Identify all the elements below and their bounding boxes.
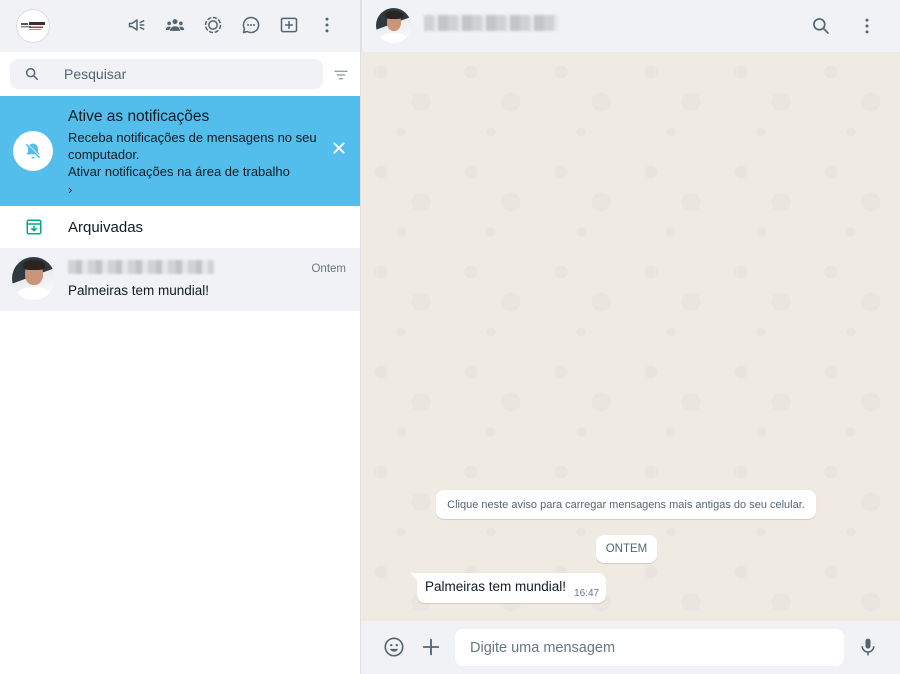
- channels-icon[interactable]: [240, 14, 262, 36]
- incoming-message[interactable]: Palmeiras tem mundial! 16:47: [409, 573, 607, 603]
- community-icon[interactable]: [164, 14, 186, 36]
- chat-last-message: Palmeiras tem mundial!: [68, 283, 210, 298]
- notification-title: Ative as notificações: [68, 108, 210, 125]
- new-chat-icon[interactable]: [278, 14, 300, 36]
- notification-text: Receba notificações de mensagens no seu …: [68, 130, 317, 162]
- search-icon: [25, 67, 39, 81]
- message-text: Palmeiras tem mundial!: [425, 579, 567, 594]
- archive-icon: [26, 219, 42, 235]
- search-icon[interactable]: [810, 15, 832, 37]
- chat-list-item[interactable]: Ontem Palmeiras tem mundial!: [0, 248, 360, 311]
- date-separator: ONTEM: [596, 535, 657, 563]
- brand-logo-icon: [21, 22, 45, 30]
- notification-banner[interactable]: Ative as notificações Receba notificaçõe…: [0, 96, 360, 206]
- composer: [361, 621, 900, 674]
- chat-time: Ontem: [311, 263, 346, 275]
- conversation-pane: Clique neste aviso para carregar mensage…: [361, 0, 900, 674]
- load-older-messages-notice[interactable]: Clique neste aviso para carregar mensage…: [436, 490, 816, 519]
- conversation-header[interactable]: [361, 0, 900, 52]
- megaphone-icon[interactable]: [126, 14, 148, 36]
- profile-avatar[interactable]: [16, 9, 50, 43]
- message-time: 16:47: [574, 588, 600, 599]
- conversation-header-actions: [810, 15, 878, 37]
- menu-icon[interactable]: [856, 15, 878, 37]
- message-area[interactable]: Clique neste aviso para carregar mensage…: [361, 52, 900, 621]
- left-header-actions: [126, 14, 338, 36]
- attach-plus-icon[interactable]: [420, 636, 442, 658]
- chevron-right-icon[interactable]: ›: [68, 181, 360, 198]
- search-input[interactable]: [64, 66, 284, 82]
- conversation-name-redacted: [424, 15, 558, 31]
- bell-off-icon: [13, 131, 53, 171]
- conversation-avatar[interactable]: [376, 8, 411, 43]
- whatsapp-web-app: Ative as notificações Receba notificaçõe…: [0, 0, 900, 674]
- microphone-icon[interactable]: [858, 636, 878, 658]
- chat-list-pane: Ative as notificações Receba notificaçõe…: [0, 0, 361, 674]
- filter-icon[interactable]: [332, 66, 350, 84]
- close-icon[interactable]: [331, 140, 347, 156]
- search-box[interactable]: [10, 59, 323, 89]
- emoji-icon[interactable]: [383, 636, 405, 658]
- archived-row[interactable]: Arquivadas: [0, 206, 360, 248]
- left-header: [0, 0, 360, 52]
- contact-avatar: [12, 257, 55, 300]
- contact-name-redacted: [68, 260, 214, 274]
- search-row: [0, 52, 360, 96]
- enable-notifications-link[interactable]: Ativar notificações na área de trabalho: [68, 163, 360, 180]
- message-input-box[interactable]: [455, 629, 844, 666]
- archived-label: Arquivadas: [68, 218, 144, 236]
- message-input[interactable]: [470, 639, 830, 656]
- menu-icon[interactable]: [316, 14, 338, 36]
- status-icon[interactable]: [202, 14, 224, 36]
